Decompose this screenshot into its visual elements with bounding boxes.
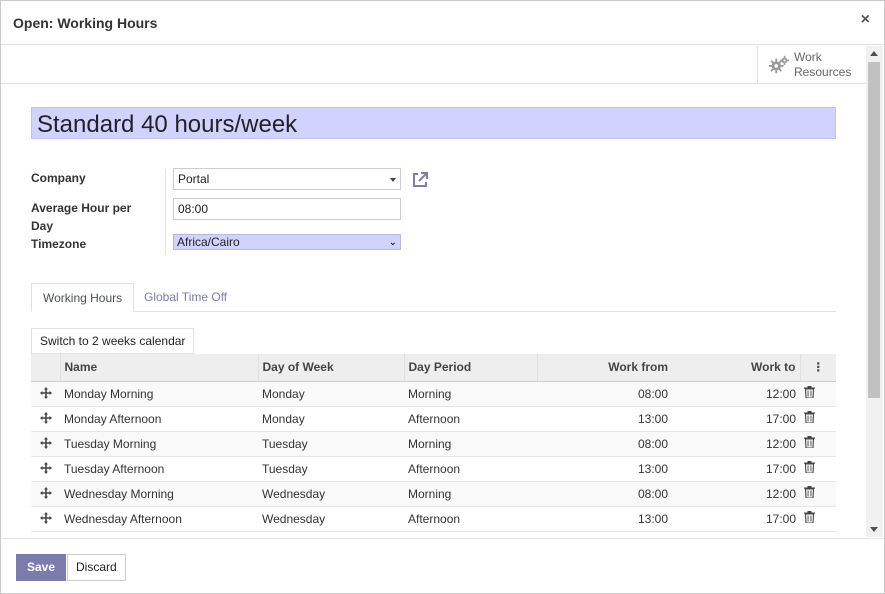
chevron-down-icon: ⌄ — [388, 237, 397, 248]
button-box: Work Resources — [1, 46, 866, 84]
tab-working-hours[interactable]: Working Hours — [31, 283, 135, 312]
cell-name[interactable]: Monday Afternoon — [60, 406, 258, 432]
field-divider — [165, 169, 166, 255]
table-row[interactable]: Monday Morning Monday Morning 08:00 12:00 — [31, 381, 836, 407]
column-header-work-to[interactable]: Work to — [672, 354, 800, 382]
cell-day-period[interactable]: Afternoon — [404, 456, 537, 482]
trash-icon[interactable] — [800, 456, 836, 482]
cell-work-to[interactable]: 17:00 — [672, 456, 800, 482]
gears-icon — [768, 55, 790, 74]
company-select[interactable]: Portal — [173, 168, 401, 190]
trash-icon[interactable] — [800, 431, 836, 457]
switch-two-weeks-button[interactable]: Switch to 2 weeks calendar — [31, 328, 195, 354]
drag-handle-icon[interactable] — [31, 381, 60, 407]
save-button[interactable]: Save — [16, 554, 67, 581]
cell-work-from[interactable]: 13:00 — [537, 456, 672, 482]
cell-day-of-week[interactable]: Monday — [258, 381, 404, 407]
scroll-thumb[interactable] — [868, 62, 880, 398]
cell-name[interactable]: Tuesday Afternoon — [60, 456, 258, 482]
dialog-title: Open: Working Hours — [13, 15, 158, 31]
attendance-table: Name Day of Week Day Period Work from Wo… — [31, 354, 836, 532]
cell-day-period[interactable]: Morning — [404, 431, 537, 457]
discard-button[interactable]: Discard — [67, 554, 126, 581]
column-header-day-period[interactable]: Day Period — [403, 354, 537, 382]
avg-hours-input[interactable]: 08:00 — [173, 198, 401, 220]
scrollbar[interactable] — [866, 46, 883, 537]
dialog-body: Work Resources Standard 40 hours/week Co… — [1, 46, 866, 537]
cell-work-from[interactable]: 13:00 — [537, 406, 672, 432]
calendar-name-input[interactable]: Standard 40 hours/week — [31, 107, 836, 139]
cell-work-from[interactable]: 08:00 — [537, 381, 672, 407]
cell-work-to[interactable]: 17:00 — [672, 506, 800, 532]
column-header-day-of-week[interactable]: Day of Week — [257, 354, 404, 382]
work-resources-line2: Resources — [794, 65, 852, 79]
cell-work-to[interactable]: 17:00 — [672, 406, 800, 432]
cell-name[interactable]: Tuesday Morning — [60, 431, 258, 457]
cell-work-from[interactable]: 08:00 — [537, 431, 672, 457]
dialog: Open: Working Hours × Work Resources Sta… — [0, 0, 885, 594]
table-row[interactable]: Tuesday Morning Tuesday Morning 08:00 12:00 — [31, 431, 836, 457]
trash-icon[interactable] — [800, 481, 836, 507]
cell-work-to[interactable]: 12:00 — [672, 381, 800, 407]
drag-handle-icon[interactable] — [31, 456, 60, 482]
work-resources-label: Work Resources — [794, 50, 851, 80]
scroll-down-arrow[interactable] — [870, 527, 878, 532]
trash-icon[interactable] — [800, 406, 836, 432]
cell-work-from[interactable]: 08:00 — [537, 481, 672, 507]
caret-down-icon — [390, 178, 396, 182]
column-header-work-from[interactable]: Work from — [536, 354, 672, 382]
drag-handle-icon[interactable] — [31, 431, 60, 457]
work-resources-button[interactable]: Work Resources — [757, 46, 865, 84]
cell-day-of-week[interactable]: Tuesday — [258, 456, 404, 482]
cell-day-of-week[interactable]: Monday — [258, 406, 404, 432]
cell-work-to[interactable]: 12:00 — [672, 481, 800, 507]
dialog-footer: Save Discard — [1, 538, 884, 594]
cell-day-period[interactable]: Afternoon — [404, 506, 537, 532]
table-header-row: Name Day of Week Day Period Work from Wo… — [31, 354, 836, 382]
cell-name[interactable]: Wednesday Afternoon — [60, 506, 258, 532]
cell-work-to[interactable]: 12:00 — [672, 431, 800, 457]
external-link-icon[interactable] — [411, 171, 429, 189]
table-row[interactable]: Wednesday Morning Wednesday Morning 08:00 12… — [31, 481, 836, 507]
notebook-tabs: Working Hours Global Time Off — [31, 283, 836, 312]
tab-global-time-off[interactable]: Global Time Off — [133, 283, 238, 312]
column-header-name[interactable]: Name — [59, 354, 258, 382]
optional-columns-icon[interactable]: ⋮ — [799, 354, 836, 382]
cell-work-from[interactable]: 13:00 — [537, 506, 672, 532]
cell-name[interactable]: Monday Morning — [60, 381, 258, 407]
table-row[interactable]: Wednesday Afternoon Wednesday Afternoon 13:… — [31, 506, 836, 532]
dialog-header: Open: Working Hours × — [1, 1, 884, 45]
cell-name[interactable]: Wednesday Morning — [60, 481, 258, 507]
work-resources-line1: Work — [794, 50, 822, 64]
cell-day-period[interactable]: Afternoon — [404, 406, 537, 432]
trash-icon[interactable] — [800, 506, 836, 532]
avg-hours-label-line2: Day — [31, 219, 54, 233]
company-label: Company — [31, 171, 86, 185]
scroll-up-arrow[interactable] — [870, 51, 878, 56]
close-icon[interactable]: × — [861, 11, 870, 29]
timezone-select[interactable]: Africa/Cairo ⌄ — [173, 234, 401, 250]
drag-handle-icon[interactable] — [31, 506, 60, 532]
cell-day-of-week[interactable]: Wednesday — [258, 506, 404, 532]
table-row[interactable]: Tuesday Afternoon Tuesday Afternoon 13:00 17… — [31, 456, 836, 482]
cell-day-period[interactable]: Morning — [404, 481, 537, 507]
drag-handle-icon[interactable] — [31, 406, 60, 432]
trash-icon[interactable] — [800, 381, 836, 407]
cell-day-period[interactable]: Morning — [404, 381, 537, 407]
timezone-value: Africa/Cairo — [177, 235, 240, 249]
table-row[interactable]: Monday Afternoon Monday Afternoon 13:00 17:0… — [31, 406, 836, 432]
handle-column-header — [31, 354, 60, 382]
company-value: Portal — [178, 172, 210, 186]
avg-hours-label-line1: Average Hour per — [31, 201, 132, 215]
table-body: Monday Morning Monday Morning 08:00 12:00 Mon… — [31, 381, 836, 532]
cell-day-of-week[interactable]: Wednesday — [258, 481, 404, 507]
timezone-label: Timezone — [31, 237, 87, 251]
drag-handle-icon[interactable] — [31, 481, 60, 507]
cell-day-of-week[interactable]: Tuesday — [258, 431, 404, 457]
